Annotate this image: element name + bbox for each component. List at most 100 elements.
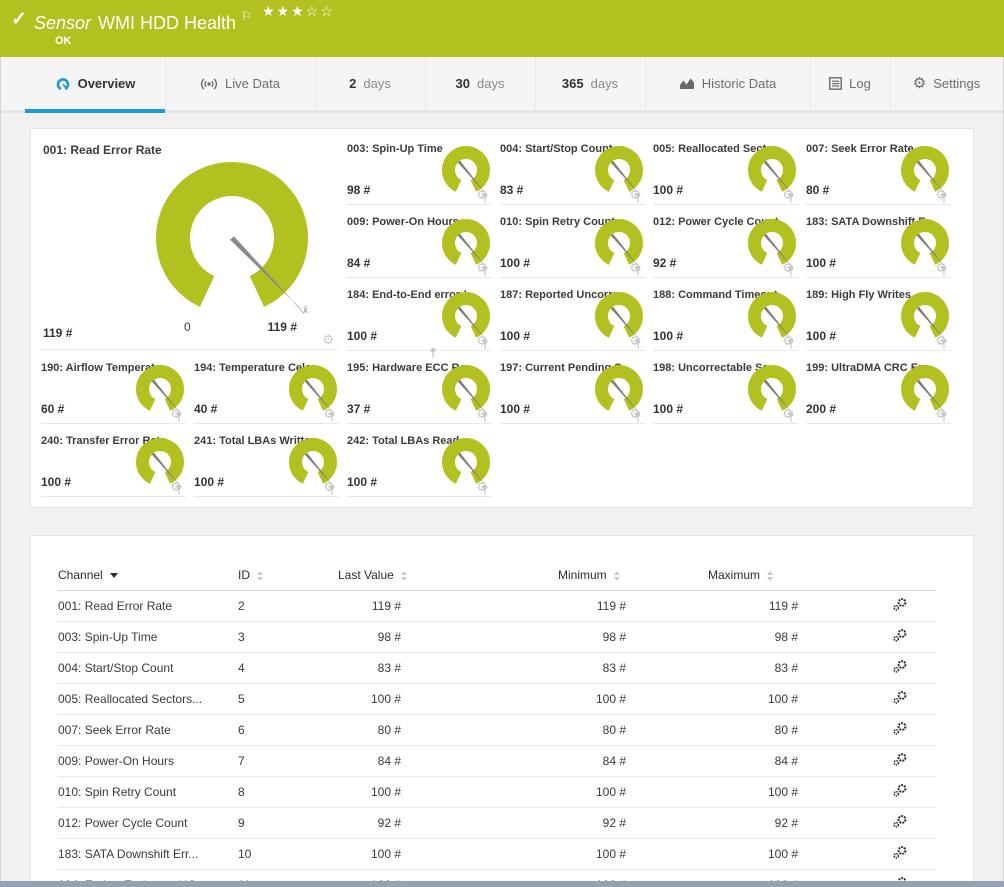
- pin-icon[interactable]: [633, 265, 643, 277]
- small-gauge-cell[interactable]: 187: Reported Uncorre... 100 # ⚙: [500, 287, 645, 351]
- pin-icon[interactable]: [786, 192, 796, 204]
- pin-icon[interactable]: [786, 411, 796, 423]
- channel-settings-gears-icon[interactable]: [892, 690, 908, 705]
- column-header-channel[interactable]: Channel: [58, 560, 238, 591]
- channel-settings-gears-icon[interactable]: [892, 814, 908, 829]
- small-gauge-cell[interactable]: 241: Total LBAs Written 100 # ⚙: [194, 433, 339, 497]
- small-gauge-cell[interactable]: 010: Spin Retry Count 100 # ⚙: [500, 214, 645, 278]
- cell-maximum: 92 #: [708, 807, 878, 839]
- tab-settings[interactable]: ⚙ Settings: [890, 57, 1004, 110]
- primary-gauge-cell[interactable]: 001: Read Error Rate x̄ 0 119 # 119 # ⚙: [41, 139, 436, 358]
- tab-30-days[interactable]: 30 days: [425, 57, 536, 110]
- column-header-maximum[interactable]: Maximum: [708, 560, 878, 591]
- pin-icon[interactable]: [633, 411, 643, 423]
- pin-icon[interactable]: [480, 484, 490, 496]
- channel-settings-gears-icon[interactable]: [892, 597, 908, 612]
- table-row: 007: Seek Error Rate 6 80 # 80 # 80 #: [58, 714, 936, 746]
- channel-settings-gears-icon[interactable]: [892, 783, 908, 798]
- channel-settings-gears-icon[interactable]: [892, 845, 908, 860]
- pin-icon[interactable]: [174, 484, 184, 496]
- column-header-last-value[interactable]: Last Value: [338, 560, 558, 591]
- small-gauge-cell[interactable]: 195: Hardware ECC Re... 37 # ⚙: [347, 360, 492, 424]
- small-gauge-actions: ⚙: [323, 407, 337, 423]
- pin-icon[interactable]: [480, 265, 490, 277]
- cell-minimum: 100 #: [558, 776, 708, 808]
- flag-icon[interactable]: ⚐: [241, 9, 252, 23]
- pin-icon[interactable]: [480, 411, 490, 423]
- cell-channel[interactable]: 005: Reallocated Sectors...: [58, 683, 238, 715]
- small-gauge-cell[interactable]: 240: Transfer Error Rate 100 # ⚙: [41, 433, 186, 497]
- cell-channel[interactable]: 004: Start/Stop Count: [58, 652, 238, 684]
- pin-icon[interactable]: [786, 265, 796, 277]
- tab-settings-label: Settings: [933, 76, 981, 91]
- cell-channel[interactable]: 001: Read Error Rate: [58, 590, 238, 622]
- cell-channel[interactable]: 007: Seek Error Rate: [58, 714, 238, 746]
- cell-last-value: 84 #: [338, 745, 558, 777]
- cell-id: 9: [238, 807, 338, 839]
- small-gauge-value: 40 #: [194, 402, 218, 416]
- log-list-icon: [829, 77, 843, 90]
- small-gauge-cell[interactable]: 190: Airflow Temperat... 60 # ⚙: [41, 360, 186, 424]
- cell-channel[interactable]: 003: Spin-Up Time: [58, 621, 238, 653]
- small-gauge-cell[interactable]: 012: Power Cycle Count 92 # ⚙: [653, 214, 798, 278]
- small-gauge-cell[interactable]: 188: Command Timeout 100 # ⚙: [653, 287, 798, 351]
- channel-gear-icon[interactable]: ⚙: [322, 333, 334, 346]
- channel-settings-gears-icon[interactable]: [892, 752, 908, 767]
- small-gauge-value: 100 #: [347, 475, 378, 489]
- sensor-header: ✓ Sensor WMI HDD Health ⚐ ★★★☆☆ OK: [0, 0, 1004, 57]
- cell-channel[interactable]: 183: SATA Downshift Err...: [58, 838, 238, 870]
- small-gauge-cell[interactable]: 003: Spin-Up Time 98 # ⚙: [347, 141, 492, 205]
- pin-icon[interactable]: [480, 192, 490, 204]
- pin-icon[interactable]: [939, 192, 949, 204]
- cell-channel[interactable]: 010: Spin Retry Count: [58, 776, 238, 808]
- small-gauge-cell[interactable]: 183: SATA Downshift E... 100 # ⚙: [806, 214, 951, 278]
- tab-overview[interactable]: Overview: [25, 57, 166, 110]
- pin-icon[interactable]: [480, 338, 490, 350]
- channel-settings-gears-icon[interactable]: [892, 659, 908, 674]
- channel-settings-gears-icon[interactable]: [892, 628, 908, 643]
- tab-2-days[interactable]: 2 days: [315, 57, 426, 110]
- small-gauge-cell[interactable]: 197: Current Pending S... 100 # ⚙: [500, 360, 645, 424]
- tab-log[interactable]: Log: [810, 57, 891, 110]
- column-header-id[interactable]: ID: [238, 560, 338, 591]
- table-row: 183: SATA Downshift Err... 10 100 # 100 …: [58, 838, 936, 870]
- tab-historic-data[interactable]: Historic Data: [645, 57, 811, 110]
- pin-icon[interactable]: [327, 484, 337, 496]
- cell-maximum: 80 #: [708, 714, 878, 746]
- tab-30-days-unit: days: [477, 76, 505, 91]
- pin-icon[interactable]: [939, 265, 949, 277]
- small-gauge-cell[interactable]: 007: Seek Error Rate 80 # ⚙: [806, 141, 951, 205]
- small-gauge-value: 200 #: [806, 402, 837, 416]
- column-header-minimum[interactable]: Minimum: [558, 560, 708, 591]
- small-gauge-cell[interactable]: 242: Total LBAs Read 100 # ⚙: [347, 433, 492, 497]
- small-gauge-cell[interactable]: 009: Power-On Hours 84 # ⚙: [347, 214, 492, 278]
- cell-id: 3: [238, 621, 338, 653]
- pin-icon[interactable]: [633, 192, 643, 204]
- priority-stars[interactable]: ★★★☆☆: [262, 3, 335, 20]
- small-gauge-cell[interactable]: 005: Reallocated Secto... 100 # ⚙: [653, 141, 798, 205]
- small-gauge-value: 100 #: [653, 183, 684, 197]
- pin-icon[interactable]: [939, 338, 949, 350]
- pin-icon[interactable]: [174, 411, 184, 423]
- cell-channel[interactable]: 009: Power-On Hours: [58, 745, 238, 777]
- pin-icon[interactable]: [939, 411, 949, 423]
- channels-table-panel: Channel ID Last Value Minimum Maximum 00…: [30, 535, 974, 887]
- tab-log-label: Log: [849, 76, 871, 91]
- cell-channel[interactable]: 012: Power Cycle Count: [58, 807, 238, 839]
- pin-icon[interactable]: [786, 338, 796, 350]
- small-gauge-cell[interactable]: 184: End-to-End error /... 100 # ⚙: [347, 287, 492, 351]
- cell-actions: [878, 838, 936, 870]
- pin-icon[interactable]: [428, 347, 438, 359]
- cell-maximum: 84 #: [708, 745, 878, 777]
- channel-settings-gears-icon[interactable]: [892, 721, 908, 736]
- small-gauge-cell[interactable]: 194: Temperature Cels... 40 # ⚙: [194, 360, 339, 424]
- pin-icon[interactable]: [633, 338, 643, 350]
- small-gauge-cell[interactable]: 004: Start/Stop Count 83 # ⚙: [500, 141, 645, 205]
- tab-live-data[interactable]: Live Data: [165, 57, 316, 110]
- small-gauge-cell[interactable]: 189: High Fly Writes 100 # ⚙: [806, 287, 951, 351]
- cell-id: 4: [238, 652, 338, 684]
- tab-365-days[interactable]: 365 days: [535, 57, 646, 110]
- small-gauge-cell[interactable]: 199: UltraDMA CRC Err... 200 # ⚙: [806, 360, 951, 424]
- pin-icon[interactable]: [327, 411, 337, 423]
- small-gauge-cell[interactable]: 198: Uncorrectable Se... 100 # ⚙: [653, 360, 798, 424]
